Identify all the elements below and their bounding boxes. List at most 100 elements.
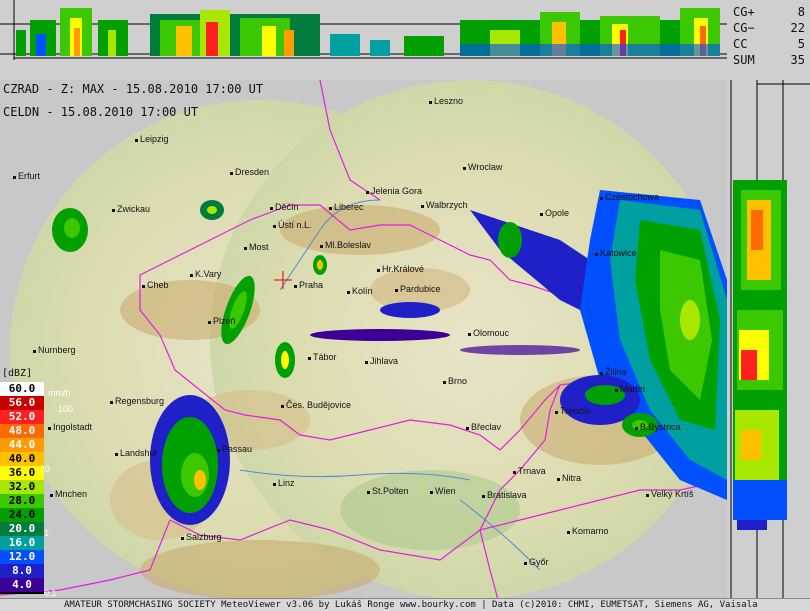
legend-swatch: 4.0	[0, 578, 44, 594]
city-dot	[615, 389, 618, 392]
city-label: Jelenia Gora	[371, 186, 423, 196]
city-label: Liberec	[334, 202, 364, 212]
footer-text: AMATEUR STORMCHASING SOCIETY MeteoViewer…	[64, 600, 758, 610]
right-profile-echoes	[733, 180, 787, 530]
city-label: Passau	[222, 444, 253, 454]
city-dot	[33, 350, 36, 353]
city-label: Nurnberg	[38, 345, 76, 355]
city-label: Wien	[435, 486, 456, 496]
city-dot	[208, 321, 211, 324]
city-dot	[567, 531, 570, 534]
city-dot	[557, 478, 560, 481]
city-label: Děčín	[275, 202, 299, 212]
city-dot	[524, 562, 527, 565]
city-label: Wroclaw	[468, 162, 503, 172]
city-dot	[48, 427, 51, 430]
stat-row-sum: SUM 35	[733, 53, 805, 67]
city-dot	[365, 361, 368, 364]
lightning-info-line: CELDN - 15.08.2010 17:00 UT	[3, 105, 199, 119]
city-label: St.Polten	[372, 486, 409, 496]
city-label: Olomouc	[473, 328, 510, 338]
city-label: Plzeň	[213, 316, 236, 326]
city-dot	[646, 494, 649, 497]
stat-value: 5	[797, 37, 805, 51]
city-label: Trenčín	[560, 406, 591, 416]
city-label: Győr	[529, 557, 549, 567]
city-label: Leipzig	[140, 134, 169, 144]
city-label: Martin	[620, 384, 646, 394]
stat-value: 8	[797, 5, 805, 19]
city-label: Walbrzych	[426, 200, 468, 210]
stat-row-cg-plus: CG+ 8	[733, 5, 805, 19]
city-dot	[142, 285, 145, 288]
city-dot	[115, 453, 118, 456]
city-label: Komarno	[572, 526, 609, 536]
city-dot	[50, 494, 53, 497]
legend-unit-dbz: [dBZ]	[2, 368, 33, 379]
city-label: Žilina	[605, 367, 627, 377]
city-dot	[395, 289, 398, 292]
city-label: Břeclav	[471, 422, 502, 432]
city-label: Čes. Budějovice	[286, 400, 352, 410]
city-label: Praha	[299, 280, 324, 290]
radar-info-line: CZRAD - Z: MAX - 15.08.2010 17:00 UT	[3, 82, 264, 96]
city-dot	[181, 537, 184, 540]
city-dot	[366, 191, 369, 194]
city-dot	[595, 253, 598, 256]
legend-mm-value: 10	[40, 464, 51, 474]
city-dot	[635, 427, 638, 430]
stat-row-cc: CC 5	[733, 37, 805, 51]
city-dot	[429, 101, 432, 104]
stat-value: 35	[790, 53, 805, 67]
city-dot	[540, 213, 543, 216]
city-label: Pardubice	[400, 284, 441, 294]
city-label: Linz	[278, 478, 295, 488]
city-label: Salzburg	[186, 532, 222, 542]
city-dot	[513, 471, 516, 474]
city-label: Ústí n.L.	[278, 220, 312, 230]
radar-map[interactable]: CZRAD - Z: MAX - 15.08.2010 17:00 UT CEL…	[0, 80, 727, 607]
city-label: K.Vary	[195, 269, 222, 279]
city-label: Regensburg	[115, 396, 165, 406]
city-label: Kolín	[352, 286, 373, 296]
city-dot	[377, 269, 380, 272]
city-dot	[347, 291, 350, 294]
city-dot	[230, 172, 233, 175]
city-dot	[270, 207, 273, 210]
city-label: Opole	[545, 208, 570, 218]
city-dot	[190, 274, 193, 277]
city-dot	[367, 491, 370, 494]
city-dot	[468, 333, 471, 336]
stat-key: CC	[733, 37, 748, 51]
city-dot	[135, 139, 138, 142]
city-dot	[329, 207, 332, 210]
city-dot	[273, 225, 276, 228]
right-profile-panel	[727, 80, 810, 607]
city-label: B.Bystrica	[640, 422, 681, 432]
city-dot	[110, 401, 113, 404]
city-dot	[308, 357, 311, 360]
city-dot	[244, 247, 247, 250]
city-label: Dresden	[235, 167, 270, 177]
stat-key: CG+	[733, 5, 755, 19]
city-dot	[443, 381, 446, 384]
stat-value: 22	[790, 21, 805, 35]
city-label: Erfurt	[18, 171, 41, 181]
city-label: Ingolstadt	[53, 422, 93, 432]
city-label: Mnchen	[55, 489, 88, 499]
city-label: Jihlava	[370, 356, 399, 366]
city-label: Brno	[448, 376, 468, 386]
city-dot	[320, 245, 323, 248]
city-label: Cheb	[147, 280, 169, 290]
legend-mm-value: 1	[44, 528, 50, 538]
stat-row-cg-minus: CG− 22	[733, 21, 805, 35]
city-label: Tábor	[313, 352, 337, 362]
city-dot	[463, 167, 466, 170]
legend-mm-value: 0.1	[44, 588, 57, 598]
city-dot	[600, 197, 603, 200]
city-label: Czestochowa	[605, 192, 660, 202]
lightning-stats-box: CG+ 8 CG− 22 CC 5 SUM 35	[727, 0, 810, 80]
city-dot	[13, 176, 16, 179]
city-label: Velký Krtíš	[651, 489, 694, 499]
city-label: Most	[249, 242, 269, 252]
